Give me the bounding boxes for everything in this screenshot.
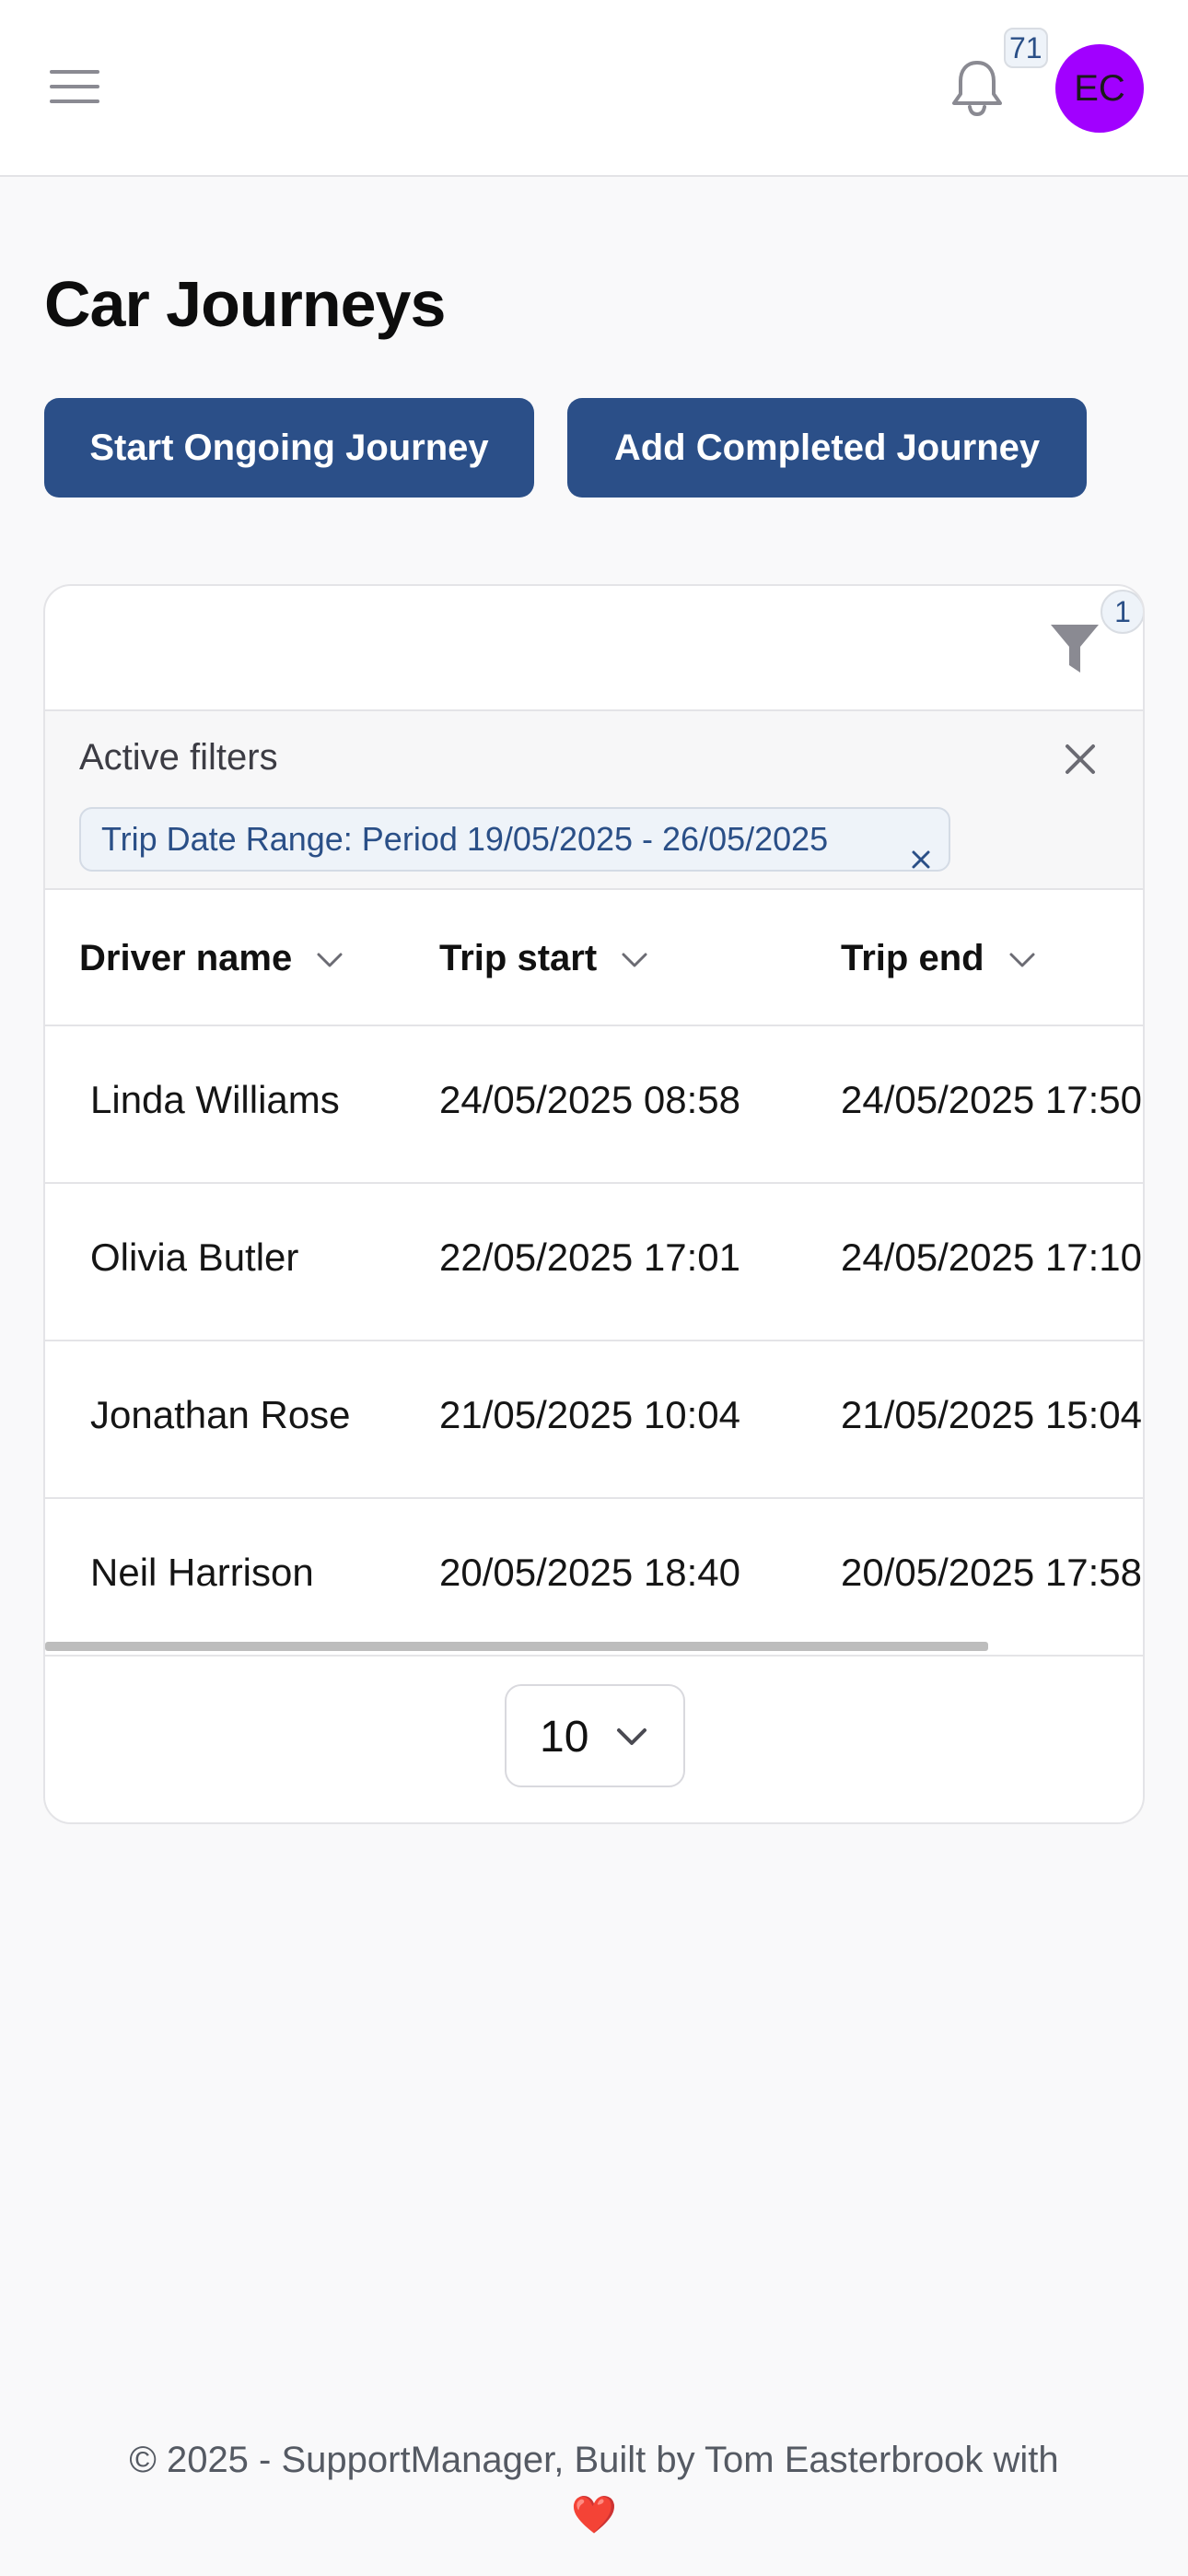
trip-start-cell: 24/05/2025 08:58 bbox=[439, 1078, 740, 1121]
column-header-trip-start[interactable]: Trip start bbox=[439, 938, 648, 979]
notification-count-badge: 71 bbox=[1004, 28, 1048, 68]
driver-name-cell: Linda Williams bbox=[90, 1078, 340, 1121]
user-avatar[interactable]: EC bbox=[1055, 44, 1144, 133]
filter-icon[interactable] bbox=[1049, 621, 1101, 676]
trip-end-cell: 20/05/2025 17:58 bbox=[841, 1551, 1142, 1594]
driver-name-cell: Olivia Butler bbox=[90, 1235, 299, 1279]
add-completed-journey-button[interactable]: Add Completed Journey bbox=[567, 398, 1087, 498]
trip-end-cell: 24/05/2025 17:10 bbox=[841, 1235, 1142, 1279]
filter-chip-label: Trip Date Range: Period 19/05/2025 - 26/… bbox=[101, 820, 829, 858]
column-header-label: Trip start bbox=[439, 938, 598, 978]
top-bar: 71 EC bbox=[0, 0, 1188, 177]
close-icon[interactable] bbox=[1062, 741, 1099, 778]
filter-chip-trip-date-range: Trip Date Range: Period 19/05/2025 - 26/… bbox=[79, 807, 950, 872]
table-header: Driver name Trip start Trip end bbox=[45, 890, 1143, 1026]
chevron-down-icon bbox=[622, 953, 647, 967]
heart-icon: ❤️ bbox=[571, 2495, 617, 2535]
hamburger-menu-icon[interactable] bbox=[48, 66, 103, 109]
bell-icon[interactable] bbox=[949, 57, 1006, 118]
footer-text: © 2025 - SupportManager, Built by Tom Ea… bbox=[129, 2440, 1059, 2480]
column-header-trip-end[interactable]: Trip end bbox=[841, 938, 1036, 979]
page-size-select[interactable]: 10 bbox=[505, 1684, 685, 1787]
page-title: Car Journeys bbox=[44, 268, 446, 340]
filter-toolbar: 1 bbox=[45, 586, 1143, 711]
table-row[interactable]: Olivia Butler 22/05/2025 17:01 24/05/202… bbox=[45, 1184, 1143, 1341]
horizontal-scrollbar[interactable] bbox=[45, 1642, 988, 1651]
footer: © 2025 - SupportManager, Built by Tom Ea… bbox=[0, 2432, 1188, 2543]
filter-count-badge: 1 bbox=[1101, 590, 1143, 634]
pagination-bar: 10 bbox=[45, 1655, 1143, 1822]
trip-end-cell: 21/05/2025 15:04 bbox=[841, 1393, 1142, 1436]
table-row[interactable]: Neil Harrison 20/05/2025 18:40 20/05/202… bbox=[45, 1499, 1143, 1646]
trip-start-cell: 22/05/2025 17:01 bbox=[439, 1235, 740, 1279]
page-size-value: 10 bbox=[540, 1713, 589, 1762]
column-header-driver-name[interactable]: Driver name bbox=[79, 938, 344, 979]
trip-start-cell: 20/05/2025 18:40 bbox=[439, 1551, 740, 1594]
table-row[interactable]: Linda Williams 24/05/2025 08:58 24/05/20… bbox=[45, 1026, 1143, 1184]
trip-start-cell: 21/05/2025 10:04 bbox=[439, 1393, 740, 1436]
chevron-down-icon bbox=[613, 1723, 650, 1751]
chevron-down-icon bbox=[1009, 953, 1035, 967]
remove-filter-icon[interactable] bbox=[910, 829, 932, 869]
driver-name-cell: Neil Harrison bbox=[90, 1551, 314, 1594]
table-row[interactable]: Jonathan Rose 21/05/2025 10:04 21/05/202… bbox=[45, 1341, 1143, 1499]
driver-name-cell: Jonathan Rose bbox=[90, 1393, 351, 1436]
chevron-down-icon bbox=[317, 953, 343, 967]
column-header-label: Trip end bbox=[841, 938, 984, 978]
active-filters-label: Active filters bbox=[79, 737, 278, 778]
column-header-label: Driver name bbox=[79, 938, 293, 978]
start-ongoing-journey-button[interactable]: Start Ongoing Journey bbox=[44, 398, 534, 498]
journeys-card: 1 Active filters Trip Date Range: Period… bbox=[43, 584, 1145, 1824]
page: 71 EC Car Journeys Start Ongoing Journey… bbox=[0, 0, 1188, 2576]
trip-end-cell: 24/05/2025 17:50 bbox=[841, 1078, 1142, 1121]
